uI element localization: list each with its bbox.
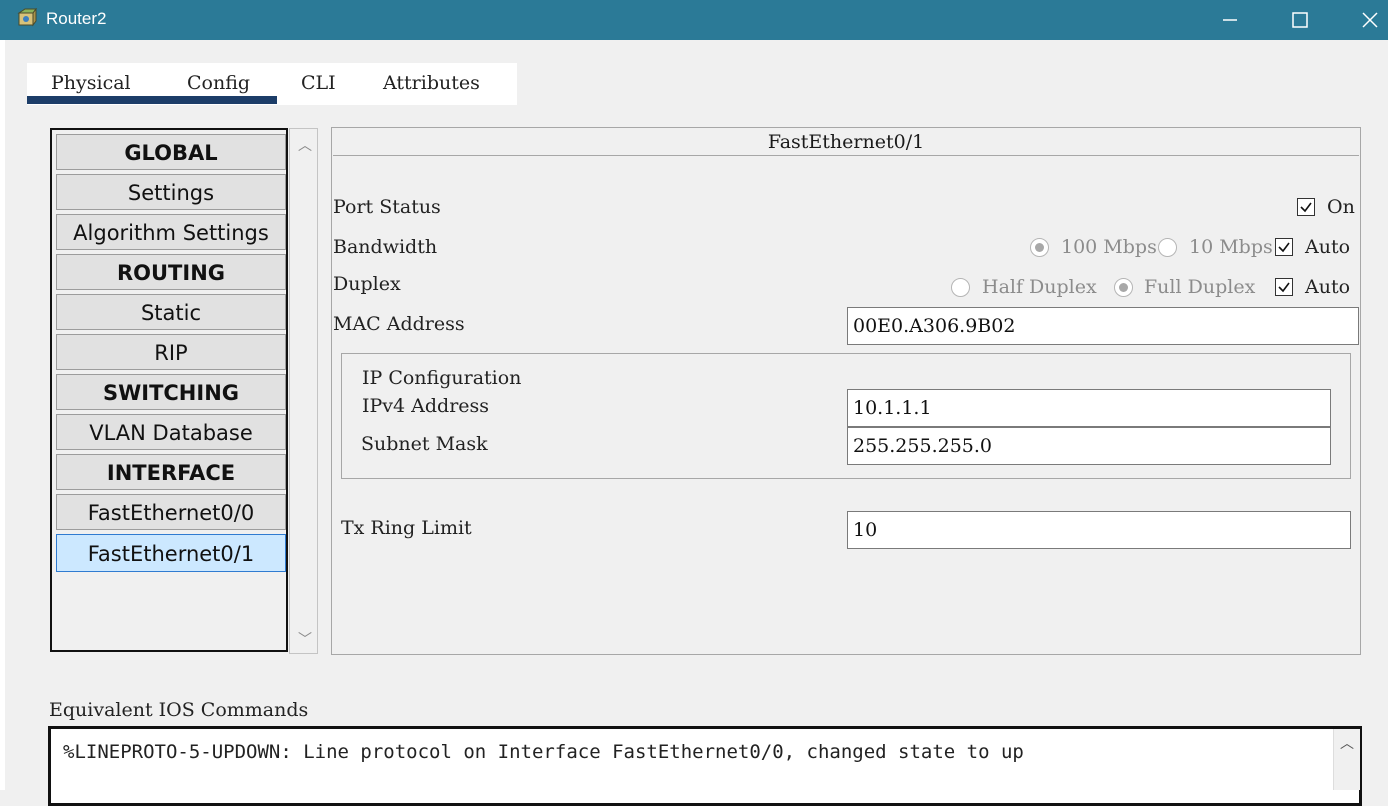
tab-cli[interactable]: CLI — [301, 72, 336, 94]
nav-section-switching[interactable]: SWITCHING — [56, 374, 286, 410]
bandwidth-auto-checkbox[interactable] — [1275, 238, 1293, 256]
nav-item-static[interactable]: Static — [56, 294, 286, 330]
router-app-icon — [16, 7, 38, 30]
duplex-half-label: Half Duplex — [982, 276, 1097, 298]
check-icon — [1300, 202, 1312, 213]
duplex-half-radio[interactable] — [951, 278, 970, 297]
bandwidth-label: Bandwidth — [333, 236, 438, 258]
ios-commands-scrollbar[interactable]: ︿ — [1333, 729, 1360, 790]
nav-item-fastethernet0-0[interactable]: FastEthernet0/0 — [56, 494, 286, 530]
nav-scrollbar[interactable]: ︿ ﹀ — [289, 128, 318, 654]
nav-section-global[interactable]: GLOBAL — [56, 134, 286, 170]
duplex-full-radio[interactable] — [1114, 278, 1133, 297]
nav-item-algorithm-settings[interactable]: Algorithm Settings — [56, 214, 286, 250]
tx-ring-limit-field[interactable]: 10 — [847, 511, 1351, 549]
bandwidth-100-label: 100 Mbps — [1061, 236, 1157, 258]
duplex-auto-label: Auto — [1305, 276, 1351, 298]
interface-title: FastEthernet0/1 — [333, 129, 1359, 156]
port-status-label: Port Status — [333, 196, 441, 218]
mac-address-field[interactable]: 00E0.A306.9B02 — [847, 307, 1359, 345]
port-on-checkbox[interactable] — [1297, 198, 1315, 216]
nav-item-rip[interactable]: RIP — [56, 334, 286, 370]
ios-commands-label: Equivalent IOS Commands — [49, 699, 309, 721]
active-tab-indicator — [27, 96, 277, 104]
bandwidth-10-label: 10 Mbps — [1189, 236, 1273, 258]
tab-config[interactable]: Config — [187, 72, 250, 94]
tab-attributes[interactable]: Attributes — [383, 72, 480, 94]
scroll-up-icon[interactable]: ︿ — [1340, 733, 1354, 753]
nav-item-settings[interactable]: Settings — [56, 174, 286, 210]
window-title: Router2 — [46, 9, 107, 28]
mac-address-label: MAC Address — [333, 313, 465, 335]
scroll-down-icon[interactable]: ﹀ — [298, 629, 312, 649]
ip-configuration-heading: IP Configuration — [362, 367, 522, 389]
ios-commands-box[interactable] — [48, 726, 1362, 806]
nav-item-fastethernet0-1[interactable]: FastEthernet0/1 — [56, 534, 286, 572]
close-icon[interactable] — [1358, 8, 1382, 32]
title-bar: Router2 — [0, 0, 1388, 40]
minimize-icon[interactable] — [1218, 8, 1242, 32]
scroll-up-icon[interactable]: ︿ — [298, 135, 312, 155]
ios-commands-text: %LINEPROTO-5-UPDOWN: Line protocol on In… — [63, 741, 1024, 763]
nav-section-routing[interactable]: ROUTING — [56, 254, 286, 290]
duplex-full-label: Full Duplex — [1144, 276, 1256, 298]
subnet-mask-label: Subnet Mask — [361, 433, 488, 455]
background-window-edge — [0, 40, 5, 790]
check-icon — [1278, 282, 1290, 293]
duplex-label: Duplex — [333, 273, 401, 295]
config-nav-list: GLOBAL Settings Algorithm Settings ROUTI… — [50, 128, 288, 652]
nav-section-interface[interactable]: INTERFACE — [56, 454, 286, 490]
ipv4-address-field[interactable]: 10.1.1.1 — [847, 389, 1331, 427]
ipv4-address-label: IPv4 Address — [362, 395, 490, 417]
subnet-mask-field[interactable]: 255.255.255.0 — [847, 427, 1331, 465]
check-icon — [1278, 242, 1290, 253]
tab-physical[interactable]: Physical — [51, 72, 131, 94]
port-on-label: On — [1327, 196, 1355, 218]
duplex-auto-checkbox[interactable] — [1275, 278, 1293, 296]
maximize-icon[interactable] — [1288, 8, 1312, 32]
bandwidth-auto-label: Auto — [1305, 236, 1351, 258]
bandwidth-100-radio[interactable] — [1030, 238, 1049, 257]
tx-ring-limit-label: Tx Ring Limit — [341, 517, 472, 539]
nav-item-vlan-database[interactable]: VLAN Database — [56, 414, 286, 450]
bandwidth-10-radio[interactable] — [1158, 238, 1177, 257]
